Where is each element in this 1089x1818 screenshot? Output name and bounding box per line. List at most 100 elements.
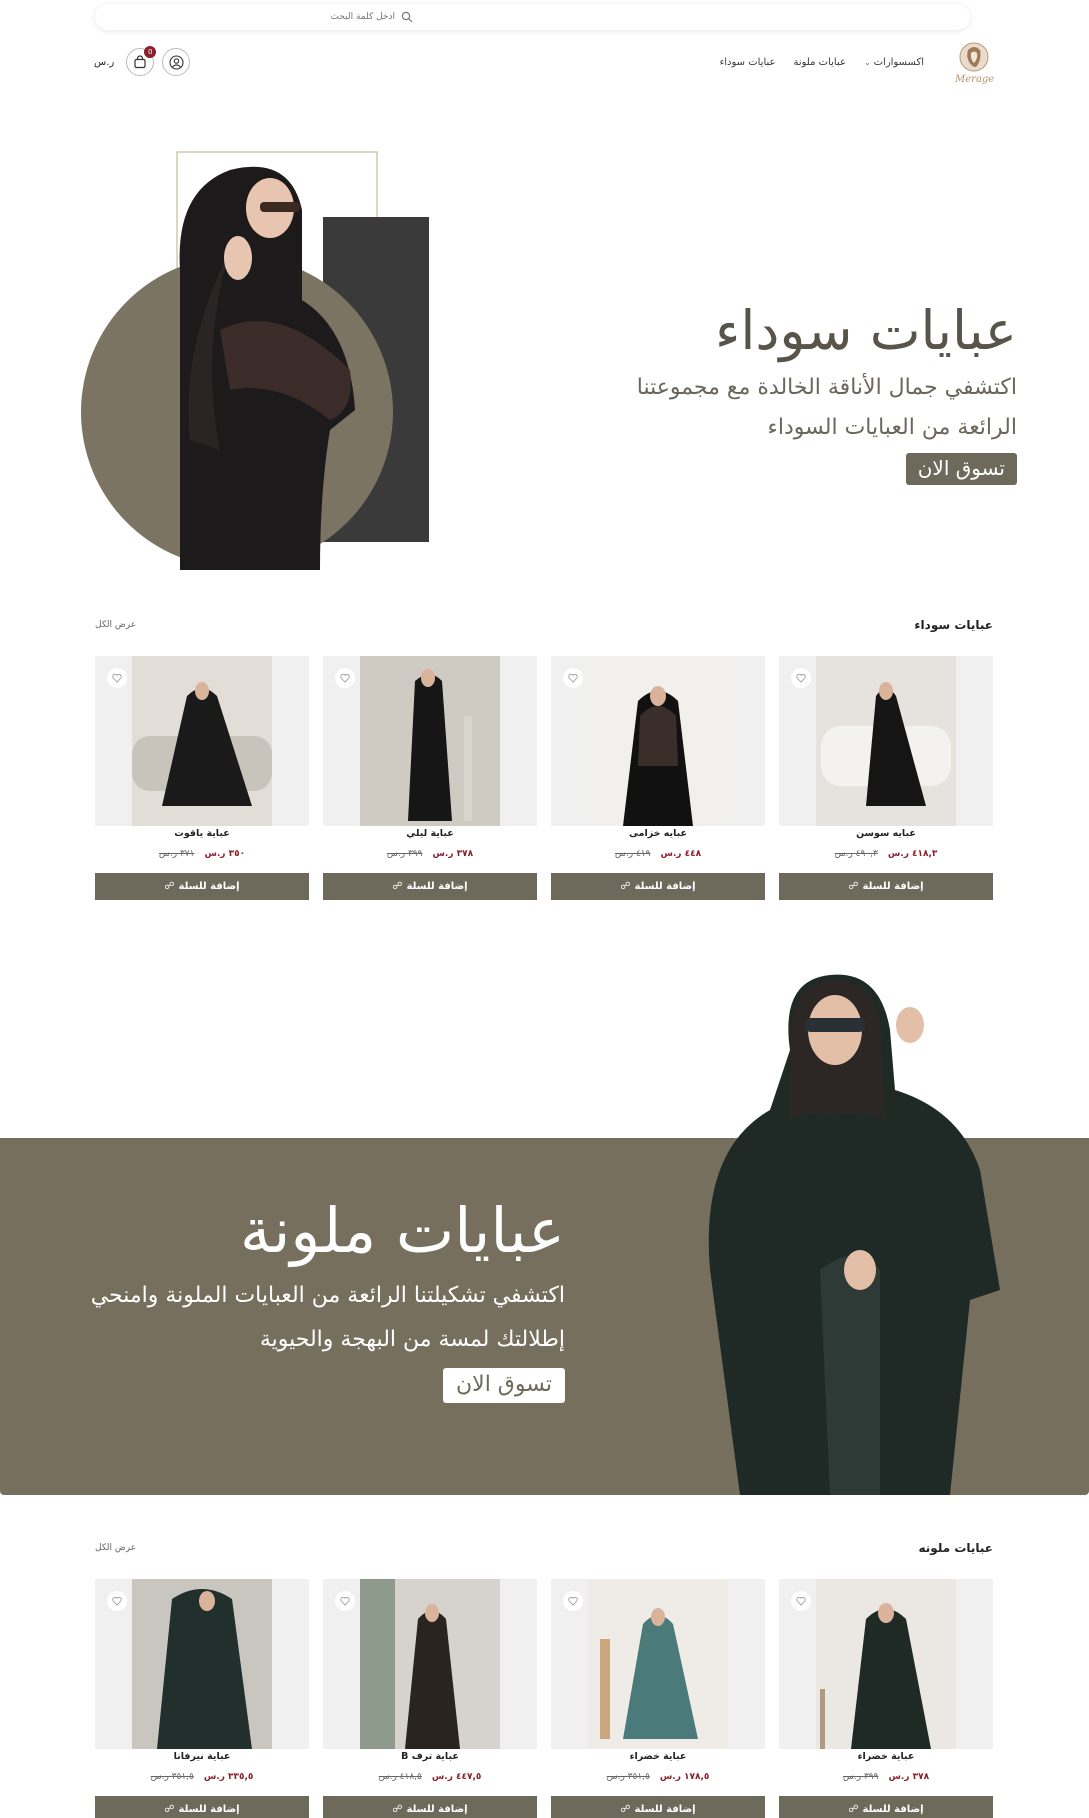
nav-accessories-label: اكسسوارات: [873, 57, 924, 68]
shop-now-black-button[interactable]: تسوق الان: [905, 453, 1017, 485]
lock-bag-icon: ☍: [164, 1804, 175, 1815]
product-name[interactable]: عباية خضراء: [779, 1751, 993, 1762]
product-name[interactable]: عباية ياقوت: [95, 828, 309, 839]
nav-black-abayas[interactable]: عبايات سوداء: [720, 57, 776, 68]
product-card[interactable]: عبايه خزامى ٤٤٨ ر.س ٤١٩ ر.س إضافة للسلة ☍: [551, 656, 765, 900]
product-old-price: ٣٩٩ ر.س: [386, 849, 423, 859]
search-bar[interactable]: [95, 4, 970, 30]
product-price: ٤٤٨ ر.س: [660, 849, 702, 859]
header-actions: ر.س 0: [94, 46, 191, 76]
product-name[interactable]: عباية ترف B: [323, 1751, 537, 1762]
wishlist-heart-icon[interactable]: [791, 1591, 811, 1611]
product-price: ٣٥٠ ر.س: [204, 849, 246, 859]
product-card[interactable]: عباية ترف B ٤٤٧,٥ ر.س ٤١٨,٥ ر.س إضافة لل…: [323, 1579, 537, 1818]
add-to-cart-label: إضافة للسلة: [862, 1804, 924, 1815]
wishlist-heart-icon[interactable]: [107, 1591, 127, 1611]
add-to-cart-label: إضافة للسلة: [406, 881, 468, 892]
view-all-black-link[interactable]: عرض الكل: [95, 620, 136, 630]
nav-colored-abayas[interactable]: عبايات ملونة: [794, 57, 846, 68]
hero-colored-title: عبايات ملونة: [239, 1194, 565, 1267]
product-photo: [360, 1579, 500, 1749]
product-old-price: ٤١٨,٥ ر.س: [378, 1772, 422, 1782]
brand-logo[interactable]: Merage: [951, 40, 997, 88]
add-to-cart-button[interactable]: إضافة للسلة ☍: [551, 1796, 765, 1818]
product-prices: ٤٤٧,٥ ر.س ٤١٨,٥ ر.س: [323, 1772, 537, 1782]
product-card[interactable]: عباية ياقوت ٣٥٠ ر.س ٣٧١ ر.س إضافة للسلة ☍: [95, 656, 309, 900]
product-photo: [132, 656, 272, 826]
lock-bag-icon: ☍: [620, 881, 631, 892]
product-card[interactable]: عباية خضراء ٣٧٨ ر.س ٣٩٩ ر.س إضافة للسلة ☍: [779, 1579, 993, 1818]
add-to-cart-label: إضافة للسلة: [406, 1804, 468, 1815]
product-image[interactable]: [551, 656, 765, 826]
product-prices: ٤٤٨ ر.س ٤١٩ ر.س: [551, 849, 765, 859]
svg-text:Merage: Merage: [954, 74, 994, 85]
add-to-cart-button[interactable]: إضافة للسلة ☍: [551, 873, 765, 900]
product-name[interactable]: عبايه خزامى: [551, 828, 765, 839]
wishlist-heart-icon[interactable]: [335, 1591, 355, 1611]
section-colored-title: عبايات ملونه: [918, 1541, 993, 1555]
add-to-cart-label: إضافة للسلة: [862, 881, 924, 892]
product-card[interactable]: عباية ليلي ٣٧٨ ر.س ٣٩٩ ر.س إضافة للسلة ☍: [323, 656, 537, 900]
product-image[interactable]: [95, 1579, 309, 1749]
nav-accessories[interactable]: اكسسوارات ⌄: [864, 57, 924, 68]
product-image[interactable]: [95, 656, 309, 826]
product-name[interactable]: عباية نيرفانا: [95, 1751, 309, 1762]
product-old-price: ٣٩٩ ر.س: [842, 1772, 879, 1782]
add-to-cart-button[interactable]: إضافة للسلة ☍: [323, 1796, 537, 1818]
add-to-cart-button[interactable]: إضافة للسلة ☍: [779, 1796, 993, 1818]
product-image[interactable]: [779, 1579, 993, 1749]
hero-black-line-2: الرائعة من العبايات السوداء: [767, 415, 1017, 440]
wishlist-heart-icon[interactable]: [563, 1591, 583, 1611]
search-icon[interactable]: [401, 11, 413, 23]
product-image[interactable]: [323, 1579, 537, 1749]
currency-label[interactable]: ر.س: [94, 57, 114, 68]
product-old-price: ٣٥١,٥ ر.س: [150, 1772, 194, 1782]
hero-black-line-1: اكتشفي جمال الأناقة الخالدة مع مجموعتنا: [636, 375, 1017, 400]
account-button[interactable]: [162, 48, 191, 76]
product-prices: ١٧٨,٥ ر.س ٣٥١,٥ ر.س: [551, 1772, 765, 1782]
lock-bag-icon: ☍: [392, 881, 403, 892]
product-name[interactable]: عبايه سوسن: [779, 828, 993, 839]
shopping-bag-icon: [134, 55, 146, 69]
section-black-title: عبايات سوداء: [914, 618, 993, 632]
product-image[interactable]: [323, 656, 537, 826]
add-to-cart-button[interactable]: إضافة للسلة ☍: [323, 873, 537, 900]
product-old-price: ٤٩٠,٣ ر.س: [834, 849, 878, 859]
black-products-grid: عبايه سوسن ٤١٨,٣ ر.س ٤٩٠,٣ ر.س إضافة للس…: [95, 656, 993, 900]
product-image[interactable]: [779, 656, 993, 826]
product-old-price: ٣٧١ ر.س: [158, 849, 195, 859]
product-card[interactable]: عبايه سوسن ٤١٨,٣ ر.س ٤٩٠,٣ ر.س إضافة للس…: [779, 656, 993, 900]
add-to-cart-button[interactable]: إضافة للسلة ☍: [95, 1796, 309, 1818]
view-all-colored-link[interactable]: عرض الكل: [95, 1543, 136, 1553]
hero-black-abaya-image: [81, 151, 429, 570]
product-price: ٣٣٥,٥ ر.س: [203, 1772, 254, 1782]
product-card[interactable]: عباية خضراء ١٧٨,٥ ر.س ٣٥١,٥ ر.س إضافة لل…: [551, 1579, 765, 1818]
product-image[interactable]: [551, 1579, 765, 1749]
hero-black-title: عبايات سوداء: [714, 299, 1017, 362]
cart-count-badge: 0: [144, 46, 157, 58]
add-to-cart-label: إضافة للسلة: [178, 881, 240, 892]
product-price: ٣٧٨ ر.س: [432, 849, 474, 859]
product-prices: ٣٧٨ ر.س ٣٩٩ ر.س: [779, 1772, 993, 1782]
add-to-cart-button[interactable]: إضافة للسلة ☍: [95, 873, 309, 900]
main-nav: عبايات سوداء عبايات ملونة اكسسوارات ⌄: [720, 57, 924, 68]
section-colored-header: عبايات ملونه عرض الكل: [95, 1541, 993, 1555]
cart-button[interactable]: 0: [126, 46, 157, 76]
add-to-cart-button[interactable]: إضافة للسلة ☍: [779, 873, 993, 900]
product-price: ١٧٨,٥ ر.س: [659, 1772, 710, 1782]
product-name[interactable]: عباية خضراء: [551, 1751, 765, 1762]
product-prices: ٣٥٠ ر.س ٣٧١ ر.س: [95, 849, 309, 859]
product-price: ٤١٨,٣ ر.س: [887, 849, 938, 859]
search-input[interactable]: [95, 12, 395, 22]
wishlist-heart-icon[interactable]: [335, 668, 355, 688]
product-photo: [816, 1579, 956, 1749]
product-prices: ٣٣٥,٥ ر.س ٣٥١,٥ ر.س: [95, 1772, 309, 1782]
wishlist-heart-icon[interactable]: [107, 668, 127, 688]
wishlist-heart-icon[interactable]: [791, 668, 811, 688]
shop-now-colored-button[interactable]: تسوق الان: [443, 1368, 565, 1403]
wishlist-heart-icon[interactable]: [563, 668, 583, 688]
user-icon: [169, 54, 184, 70]
product-card[interactable]: عباية نيرفانا ٣٣٥,٥ ر.س ٣٥١,٥ ر.س إضافة …: [95, 1579, 309, 1818]
product-name[interactable]: عباية ليلي: [323, 828, 537, 839]
hero-black-abayas: عبايات سوداء اكتشفي جمال الأناقة الخالدة…: [497, 295, 1017, 485]
